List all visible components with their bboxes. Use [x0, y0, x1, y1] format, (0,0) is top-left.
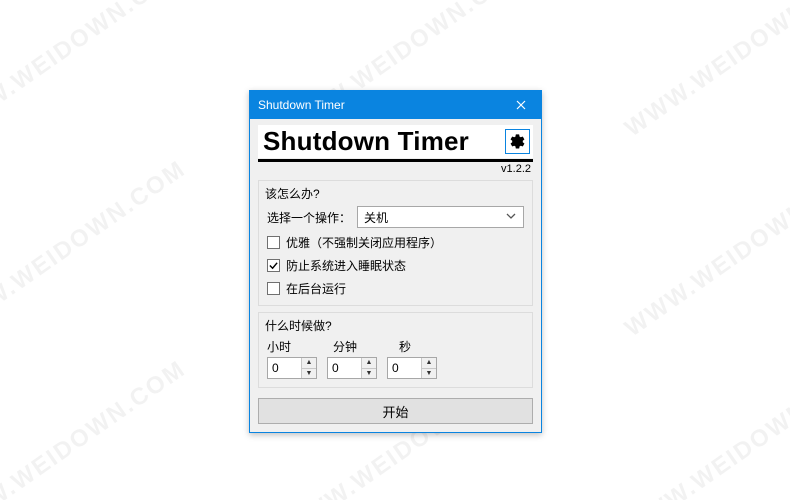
minutes-up[interactable]: ▲ — [362, 358, 376, 368]
hours-down[interactable]: ▼ — [302, 368, 316, 379]
window-title: Shutdown Timer — [258, 91, 345, 119]
prevent-sleep-label: 防止系统进入睡眠状态 — [286, 257, 406, 274]
minutes-stepper[interactable]: 0 ▲ ▼ — [327, 357, 377, 379]
start-button[interactable]: 开始 — [258, 398, 533, 424]
action-row: 选择一个操作： 关机 — [267, 206, 524, 228]
minutes-value: 0 — [328, 358, 361, 378]
app-header: Shutdown Timer — [258, 125, 533, 158]
settings-button[interactable] — [505, 129, 530, 154]
checkbox-icon — [267, 236, 280, 249]
seconds-down[interactable]: ▼ — [422, 368, 436, 379]
hours-value: 0 — [268, 358, 301, 378]
seconds-up[interactable]: ▲ — [422, 358, 436, 368]
seconds-value: 0 — [388, 358, 421, 378]
background-label: 在后台运行 — [286, 280, 346, 297]
hours-stepper[interactable]: 0 ▲ ▼ — [267, 357, 317, 379]
when-group-legend: 什么时候做? — [265, 317, 524, 334]
time-labels: 小时 分钟 秒 — [267, 338, 524, 355]
when-group: 什么时候做? 小时 分钟 秒 0 ▲ ▼ 0 ▲ — [258, 312, 533, 388]
client-area: Shutdown Timer v1.2.2 该怎么办? 选择一个操作： 关机 — [250, 119, 541, 432]
hours-label: 小时 — [267, 338, 309, 355]
what-group-legend: 该怎么办? — [265, 185, 524, 202]
what-group: 该怎么办? 选择一个操作： 关机 优雅（不强制关闭应用程序） 防止系统进入睡眠状… — [258, 180, 533, 306]
seconds-label: 秒 — [399, 338, 441, 355]
version-label: v1.2.2 — [258, 162, 533, 178]
prevent-sleep-option[interactable]: 防止系统进入睡眠状态 — [267, 257, 524, 274]
start-button-label: 开始 — [382, 402, 408, 421]
action-select[interactable]: 关机 — [357, 206, 524, 228]
watermark-text: WWW.WEIDOWN.COM — [620, 355, 790, 500]
graceful-option[interactable]: 优雅（不强制关闭应用程序） — [267, 234, 524, 251]
watermark-text: WWW.WEIDOWN.COM — [0, 355, 191, 500]
titlebar[interactable]: Shutdown Timer — [250, 91, 541, 119]
hours-up[interactable]: ▲ — [302, 358, 316, 368]
close-icon — [516, 100, 526, 110]
checkbox-icon — [267, 282, 280, 295]
action-label: 选择一个操作： — [267, 209, 351, 226]
app-title: Shutdown Timer — [263, 126, 469, 157]
time-spinners: 0 ▲ ▼ 0 ▲ ▼ 0 ▲ ▼ — [267, 357, 524, 379]
checkbox-icon — [267, 259, 280, 272]
watermark-text: WWW.WEIDOWN.COM — [0, 155, 191, 343]
gear-icon — [509, 133, 526, 150]
watermark-text: WWW.WEIDOWN.COM — [620, 0, 790, 143]
watermark-text: WWW.WEIDOWN.COM — [0, 0, 191, 143]
chevron-down-icon — [503, 210, 519, 224]
seconds-stepper[interactable]: 0 ▲ ▼ — [387, 357, 437, 379]
close-button[interactable] — [501, 91, 541, 119]
minutes-down[interactable]: ▼ — [362, 368, 376, 379]
background-option[interactable]: 在后台运行 — [267, 280, 524, 297]
graceful-label: 优雅（不强制关闭应用程序） — [286, 234, 442, 251]
action-select-value: 关机 — [364, 209, 388, 226]
minutes-label: 分钟 — [333, 338, 375, 355]
watermark-text: WWW.WEIDOWN.COM — [620, 155, 790, 343]
app-window: Shutdown Timer Shutdown Timer v1.2.2 该怎么… — [249, 90, 542, 433]
